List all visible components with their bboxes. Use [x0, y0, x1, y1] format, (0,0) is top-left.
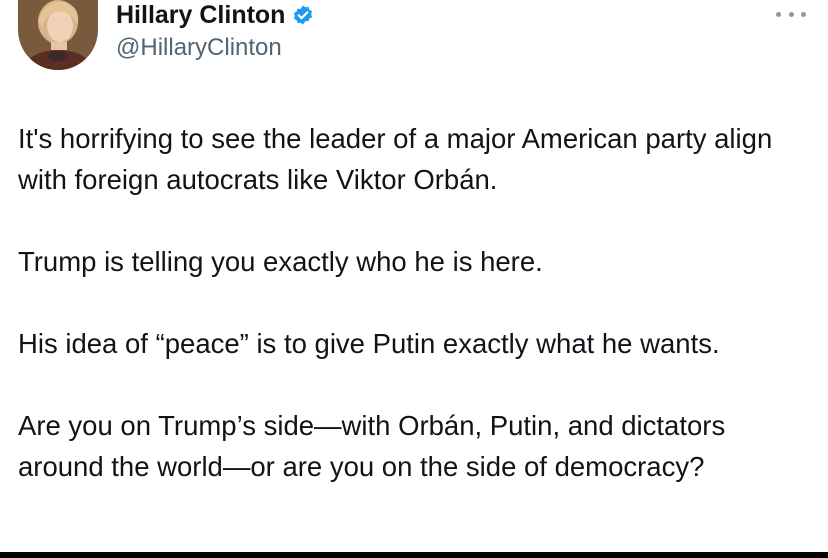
author-name-text[interactable]: Hillary Clinton — [116, 0, 285, 30]
tweet-paragraph: It's horrifying to see the leader of a m… — [18, 123, 773, 195]
tweet-paragraph: His idea of “peace” is to give Putin exa… — [18, 328, 720, 359]
author-handle[interactable]: @HillaryClinton — [116, 33, 282, 63]
more-dot — [801, 11, 806, 17]
bottom-divider — [0, 552, 828, 558]
avatar-photo — [18, 0, 98, 70]
author-display-name[interactable]: Hillary Clinton — [116, 0, 314, 30]
avatar[interactable] — [18, 0, 98, 70]
verified-badge-icon — [294, 5, 313, 25]
more-dot — [788, 11, 794, 17]
more-options-icon[interactable] — [776, 4, 806, 24]
more-dot — [776, 11, 781, 17]
tweet-paragraph: Are you on Trump’s side—with Orbán, Puti… — [18, 410, 726, 482]
tweet-text: It's horrifying to see the leader of a m… — [18, 118, 818, 528]
tweet-card: Hillary Clinton @HillaryClinton It's hor… — [0, 0, 828, 558]
tweet-paragraph: Trump is telling you exactly who he is h… — [18, 246, 543, 277]
